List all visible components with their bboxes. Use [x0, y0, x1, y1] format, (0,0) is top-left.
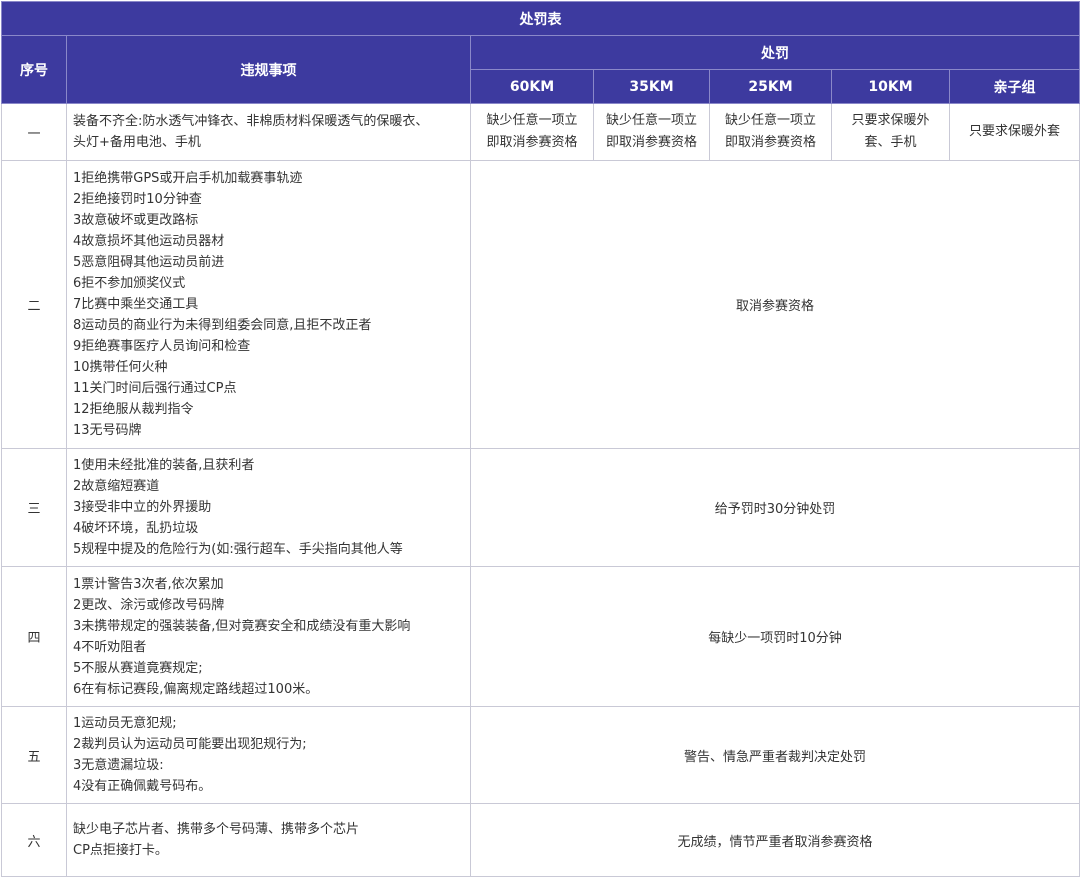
violation-line: 2更改、涂污或修改号码牌 — [73, 597, 225, 613]
violation-line: 1拒绝携带GPS或开启手机加载赛事轨迹 — [73, 171, 303, 186]
violation-line: 7比赛中乘坐交通工具 — [73, 297, 199, 312]
penalty-line: 缺少任意一项立 — [724, 113, 816, 128]
row-violation: 1运动员无意犯规; 2裁判员认为运动员可能要出现犯规行为; 3无意遗漏垃圾: 4… — [66, 706, 471, 804]
violation-line: 装备不齐全:防水透气冲锋衣、非棉质材料保暖透气的保暖衣、 — [73, 114, 429, 129]
penalty-line: 缺少任意一项立 — [605, 113, 697, 128]
table-row: 六 缺少电子芯片者、携带多个号码薄、携带多个芯片 CP点拒接打卡。 无成绩，情节… — [1, 803, 1080, 877]
row-seq: 二 — [1, 160, 67, 449]
violation-line: 4故意损坏其他运动员器材 — [73, 234, 225, 249]
violation-line: 2故意缩短赛道 — [73, 479, 160, 494]
violation-line: 1使用未经批准的装备,且获利者 — [73, 458, 255, 473]
violation-line: 8运动员的商业行为未得到组委会同意,且拒不改正者 — [73, 318, 372, 333]
penalty-10km: 只要求保暖外 套、手机 — [831, 103, 950, 161]
penalty-line: 套、手机 — [864, 135, 917, 150]
penalty-line: 缺少任意一项立 — [486, 113, 578, 128]
table-row: 三 1使用未经批准的装备,且获利者 2故意缩短赛道 3接受非中立的外界援助 4破… — [1, 448, 1080, 567]
row-penalty: 每缺少一项罚时10分钟 — [469, 566, 1080, 707]
row-seq: 一 — [1, 103, 67, 161]
header-group-60km: 60KM — [470, 69, 594, 104]
violation-line: 3未携带规定的强装装备,但对竟赛安全和成绩没有重大影响 — [73, 618, 411, 634]
row-penalty: 警告、情急严重者裁判决定处罚 — [469, 706, 1080, 804]
penalty-table: 处罚表 序号 违规事项 处罚 60KM 35KM 25KM 10KM 亲子组 一… — [0, 1, 1080, 877]
row-penalty: 取消参赛资格 — [469, 160, 1080, 449]
row-seq: 五 — [1, 706, 67, 804]
penalty-line: 即取消参赛资格 — [605, 135, 697, 150]
violation-line: 2裁判员认为运动员可能要出现犯规行为; — [73, 737, 307, 752]
penalty-line: 只要求保暖外 — [851, 113, 930, 128]
violation-line: 9拒绝赛事医疗人员询问和检查 — [73, 339, 251, 354]
table-row: 二 1拒绝携带GPS或开启手机加载赛事轨迹 2拒绝接罚时10分钟查 3故意破坏或… — [1, 160, 1080, 449]
table-title: 处罚表 — [0, 1, 1080, 36]
violation-line: 缺少电子芯片者、携带多个号码薄、携带多个芯片 — [73, 822, 360, 837]
row-violation: 装备不齐全:防水透气冲锋衣、非棉质材料保暖透气的保暖衣、 头灯+备用电池、手机 — [66, 103, 471, 161]
violation-line: 3接受非中立的外界援助 — [73, 500, 212, 515]
violation-line: 4不听劝阻者 — [73, 639, 147, 655]
row-seq: 三 — [1, 448, 67, 567]
violation-line: 1票计警告3次者,依次累加 — [73, 576, 224, 592]
row-violation: 1拒绝携带GPS或开启手机加载赛事轨迹 2拒绝接罚时10分钟查 3故意破坏或更改… — [66, 160, 471, 449]
violation-line: 12拒绝服从裁判指令 — [73, 402, 194, 417]
penalty-line: 即取消参赛资格 — [486, 135, 578, 150]
violation-line: 10携带任何火种 — [73, 360, 168, 375]
penalty-line: 只要求保暖外套 — [969, 124, 1061, 139]
violation-line: 3无意遗漏垃圾: — [73, 758, 164, 773]
row-penalty: 给予罚时30分钟处罚 — [469, 448, 1080, 567]
violation-line: 13无号码牌 — [73, 423, 142, 438]
violation-line: 2拒绝接罚时10分钟查 — [73, 192, 202, 207]
violation-line: 5不服从赛道竟赛规定; — [73, 660, 203, 676]
row-violation: 缺少电子芯片者、携带多个号码薄、携带多个芯片 CP点拒接打卡。 — [66, 803, 471, 877]
table-row: 四 1票计警告3次者,依次累加 2更改、涂污或修改号码牌 3未携带规定的强装装备… — [1, 566, 1080, 707]
header-penalty: 处罚 — [469, 35, 1080, 70]
violation-line: 1运动员无意犯规; — [73, 716, 177, 731]
header-seq: 序号 — [1, 35, 67, 104]
row-violation: 1使用未经批准的装备,且获利者 2故意缩短赛道 3接受非中立的外界援助 4破坏环… — [66, 448, 471, 567]
header-violation: 违规事项 — [66, 35, 471, 104]
violation-line: 11关门时间后强行通过CP点 — [73, 381, 237, 396]
violation-line: 6拒不参加颁奖仪式 — [73, 276, 186, 291]
header-group-25km: 25KM — [709, 69, 832, 104]
penalty-line: 即取消参赛资格 — [724, 135, 816, 150]
violation-line: 4没有正确佩戴号码布。 — [73, 779, 212, 794]
penalty-family: 只要求保暖外套 — [948, 103, 1080, 161]
violation-line: 6在有标记赛段,偏离规定路线超过100米。 — [73, 681, 319, 697]
violation-line: 头灯+备用电池、手机 — [73, 135, 201, 150]
violation-line: CP点拒接打卡。 — [73, 843, 168, 858]
table-row: 一 装备不齐全:防水透气冲锋衣、非棉质材料保暖透气的保暖衣、 头灯+备用电池、手… — [1, 103, 1080, 161]
violation-line: 5规程中提及的危险行为(如:强行超车、手尖指向其他人等 — [73, 542, 403, 557]
violation-line: 4破坏环境，乱扔垃圾 — [73, 521, 199, 536]
violation-line: 5恶意阻碍其他运动员前进 — [73, 255, 225, 270]
violation-line: 3故意破坏或更改路标 — [73, 213, 199, 228]
row-seq: 六 — [1, 803, 67, 877]
penalty-35km: 缺少任意一项立 即取消参赛资格 — [593, 103, 710, 161]
penalty-60km: 缺少任意一项立 即取消参赛资格 — [470, 103, 594, 161]
table-row: 五 1运动员无意犯规; 2裁判员认为运动员可能要出现犯规行为; 3无意遗漏垃圾:… — [1, 706, 1080, 804]
row-penalty: 无成绩，情节严重者取消参赛资格 — [469, 803, 1080, 877]
row-seq: 四 — [1, 566, 67, 707]
header-group-family: 亲子组 — [948, 69, 1080, 104]
penalty-25km: 缺少任意一项立 即取消参赛资格 — [709, 103, 832, 161]
header-group-35km: 35KM — [593, 69, 710, 104]
header-group-10km: 10KM — [831, 69, 950, 104]
row-violation: 1票计警告3次者,依次累加 2更改、涂污或修改号码牌 3未携带规定的强装装备,但… — [66, 566, 471, 707]
